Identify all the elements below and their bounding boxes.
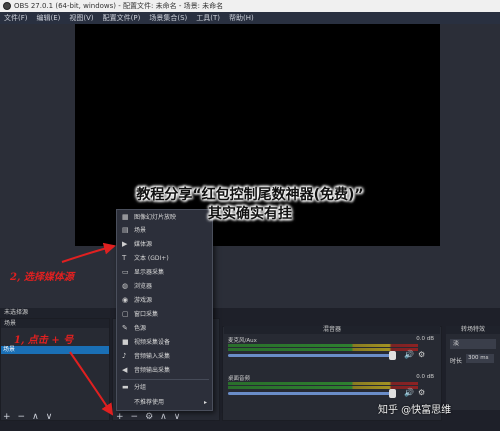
volume-slider[interactable] [228, 354, 396, 357]
menu-item-browser[interactable]: ◍ 浏览器 [117, 281, 212, 292]
gamepad-icon: ◉ [122, 296, 129, 304]
speaker-icon: ◀ [122, 366, 128, 374]
channel-name: 麦克风/Aux [228, 338, 257, 344]
menu-item-label: 场景 [134, 227, 147, 234]
remove-scene-button[interactable]: − [18, 412, 26, 422]
menu-file[interactable]: 文件(F) [4, 13, 28, 23]
annotation-step-1: 1, 点击 + 号 [14, 335, 74, 346]
sources-toolbar: + − ⚙ ∧ ∨ [113, 410, 180, 423]
volume-slider-knob[interactable] [389, 389, 396, 398]
menu-item-label: 音频输入采集 [134, 353, 171, 360]
move-source-down-button[interactable]: ∨ [174, 412, 181, 422]
transitions-title: 转场特效 [446, 326, 500, 334]
menu-item-scene[interactable]: ▤ 场景 [117, 225, 212, 236]
menu-item-label: 浏览器 [134, 283, 153, 290]
monitor-icon: ▭ [122, 268, 129, 276]
channel-name: 桌面音频 [228, 376, 251, 382]
duration-input[interactable]: 300 ms [466, 354, 494, 363]
volume-meter [228, 344, 418, 347]
menu-item-label: 色源 [134, 325, 147, 332]
menu-item-audio-input-capture[interactable]: ♪ 音频输入采集 [117, 351, 212, 362]
window-icon: ▢ [122, 310, 129, 318]
mixer-title: 混音器 [224, 326, 440, 334]
chevron-right-icon: ▸ [203, 399, 207, 406]
menu-item-group[interactable]: ▬ 分组 [117, 382, 212, 393]
menu-edit[interactable]: 编辑(E) [37, 13, 61, 23]
obs-logo-icon [3, 2, 11, 10]
channel-db: 0.0 dB [416, 336, 434, 342]
mixer-channel-mic: 麦克风/Aux 0.0 dB 🔊 ⚙ [228, 336, 438, 366]
menu-item-audio-output-capture[interactable]: ◀ 音频输出采集 [117, 365, 212, 376]
scenes-toolbar: + − ∧ ∨ [0, 410, 52, 423]
gear-icon[interactable]: ⚙ [418, 350, 425, 359]
menu-help[interactable]: 帮助(H) [229, 13, 254, 23]
move-source-up-button[interactable]: ∧ [160, 412, 167, 422]
transitions-dock: 淡 时长 300 ms [446, 334, 500, 410]
mixer-channel-desktop: 桌面音频 0.0 dB 🔊 ⚙ [228, 374, 438, 404]
scene-list-item[interactable]: 场景 [1, 346, 109, 354]
folder-icon: ▬ [122, 383, 129, 391]
volume-slider[interactable] [228, 392, 396, 395]
channel-db: 0.0 dB [416, 374, 434, 380]
add-source-button[interactable]: + [116, 412, 124, 422]
window-title: OBS 27.0.1 (64-bit, windows) - 配置文件: 未命名… [14, 2, 224, 10]
menu-view[interactable]: 视图(V) [69, 13, 93, 23]
window-titlebar: OBS 27.0.1 (64-bit, windows) - 配置文件: 未命名… [0, 0, 500, 12]
scenes-dock-title: 场景 [1, 319, 109, 328]
menu-item-label: 不推荐使用 [134, 399, 165, 406]
play-icon: ▶ [122, 240, 128, 248]
menu-separator [121, 379, 209, 380]
brush-icon: ✎ [122, 324, 128, 332]
menu-item-label: 窗口采集 [134, 311, 159, 318]
source-status-label: 未选择源 [0, 308, 110, 318]
zhihu-watermark: 知乎 @快富思维 [378, 405, 452, 416]
menu-item-video-capture-device[interactable]: ■ 视频采集设备 [117, 337, 212, 348]
remove-source-button[interactable]: − [131, 412, 139, 422]
add-scene-button[interactable]: + [3, 412, 11, 422]
menu-item-text-gdi[interactable]: T 文本 (GDI+) [117, 253, 212, 264]
menu-item-label: 视频采集设备 [134, 339, 171, 346]
speaker-icon[interactable]: 🔊 [404, 350, 414, 359]
menu-item-display-capture[interactable]: ▭ 显示器采集 [117, 267, 212, 278]
menu-item-game-capture[interactable]: ◉ 游戏源 [117, 295, 212, 306]
volume-slider-knob[interactable] [389, 351, 396, 360]
transition-select[interactable]: 淡 [450, 339, 496, 349]
menu-item-deprecated[interactable]: 不推荐使用 ▸ [117, 397, 212, 408]
menu-item-label: 媒体源 [134, 241, 153, 248]
scene-icon: ▤ [122, 226, 129, 234]
menu-item-label: 文本 (GDI+) [134, 255, 169, 262]
gear-icon[interactable]: ⚙ [418, 388, 425, 397]
menu-item-color-source[interactable]: ✎ 色源 [117, 323, 212, 334]
menu-scene-collection[interactable]: 场景集合(S) [149, 13, 187, 23]
overlay-title-line-2: 其实确实有挂 [208, 206, 292, 222]
menu-bar: 文件(F) 编辑(E) 视图(V) 配置文件(P) 场景集合(S) 工具(T) … [0, 12, 500, 24]
menu-item-label: 游戏源 [134, 297, 153, 304]
add-source-context-menu: ▦ 图像幻灯片放映 ▤ 场景 ▶ 媒体源 T 文本 (GDI+) ▭ 显示器采集… [116, 209, 213, 411]
menu-item-window-capture[interactable]: ▢ 窗口采集 [117, 309, 212, 320]
move-scene-down-button[interactable]: ∨ [46, 412, 53, 422]
microphone-icon: ♪ [122, 352, 127, 360]
speaker-icon[interactable]: 🔊 [404, 388, 414, 397]
overlay-title-line-1: 教程分享“红包控制尾数神器(免费)” [136, 187, 364, 203]
annotation-step-2: 2, 选择媒体源 [10, 272, 74, 283]
duration-label: 时长 [450, 358, 463, 365]
menu-tools[interactable]: 工具(T) [196, 13, 220, 23]
menu-item-label: 分组 [134, 384, 147, 391]
menu-profile[interactable]: 配置文件(P) [103, 13, 141, 23]
menu-item-label: 显示器采集 [134, 269, 165, 276]
volume-meter [228, 382, 418, 385]
overlay-title: 教程分享“红包控制尾数神器(免费)” 其实确实有挂 [60, 186, 440, 224]
globe-icon: ◍ [122, 282, 129, 290]
menu-item-media-source[interactable]: ▶ 媒体源 [117, 239, 212, 250]
audio-mixer: 混音器 麦克风/Aux 0.0 dB 🔊 ⚙ 桌面音频 0.0 dB 🔊 ⚙ [224, 326, 440, 410]
move-scene-up-button[interactable]: ∧ [32, 412, 39, 422]
text-icon: T [122, 254, 127, 262]
camera-icon: ■ [122, 338, 129, 346]
menu-item-label: 音频输出采集 [134, 367, 171, 374]
source-settings-button[interactable]: ⚙ [145, 412, 153, 422]
